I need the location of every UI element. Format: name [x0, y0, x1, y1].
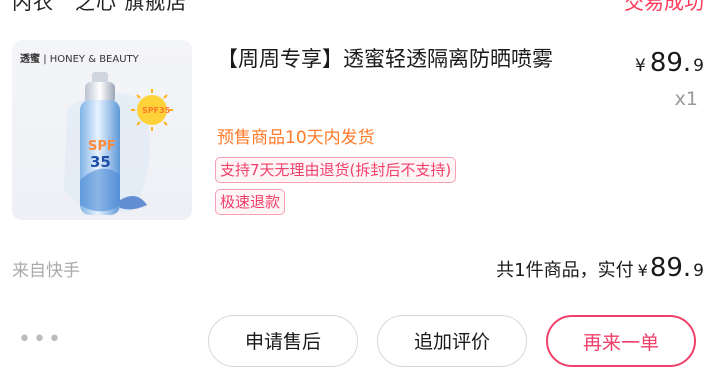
svg-text:35: 35 — [90, 153, 111, 171]
summary-text: 共1件商品，实付 — [496, 260, 634, 281]
price-decimal: 9 — [693, 56, 704, 76]
add-review-button[interactable]: 追加评价 — [377, 315, 527, 367]
product-quantity: x1 — [674, 88, 698, 110]
total-decimal: 9 — [693, 261, 704, 281]
brand-tagline: | HONEY & BEAUTY — [43, 54, 139, 65]
presale-note: 预售商品10天内发货 — [217, 128, 375, 148]
total-symbol: ¥ — [637, 261, 648, 280]
return-policy-tag: 支持7天无理由退货(拆封后不支持) — [215, 157, 457, 183]
product-price: ¥89. 9 — [635, 48, 704, 78]
price-symbol: ¥ — [634, 56, 646, 76]
price-integer: 89. — [649, 48, 692, 78]
fast-refund-tag: 极速退款 — [215, 189, 286, 215]
total-integer: 89. — [649, 253, 692, 283]
sunscreen-spray-image: SPF 35 SPF35 — [64, 72, 173, 215]
order-status: 交易成功 — [624, 0, 704, 14]
svg-text:SPF: SPF — [88, 139, 116, 154]
after-sale-button[interactable]: 申请售后 — [208, 315, 358, 367]
more-options-icon[interactable]: ••• — [18, 327, 63, 352]
svg-text:SPF35: SPF35 — [142, 106, 171, 115]
reorder-button[interactable]: 再来一单 — [546, 315, 696, 367]
brand-logo: 透蜜 — [20, 54, 40, 65]
product-image[interactable]: SPF 35 SPF35 透蜜 | HONEY & BEAUTY — [12, 40, 192, 220]
order-header: 内衣 之心 旗舰店 交易成功 — [0, 0, 728, 14]
order-source: 来自快手 — [12, 261, 80, 281]
order-summary: 共1件商品，实付 ¥89. 9 — [496, 253, 704, 283]
product-title[interactable]: 【周周专享】透蜜轻透隔离防晒喷雾 — [217, 44, 597, 74]
brand-mark: 透蜜 | HONEY & BEAUTY — [20, 50, 139, 65]
store-name[interactable]: 内衣 之心 旗舰店 — [12, 0, 187, 15]
